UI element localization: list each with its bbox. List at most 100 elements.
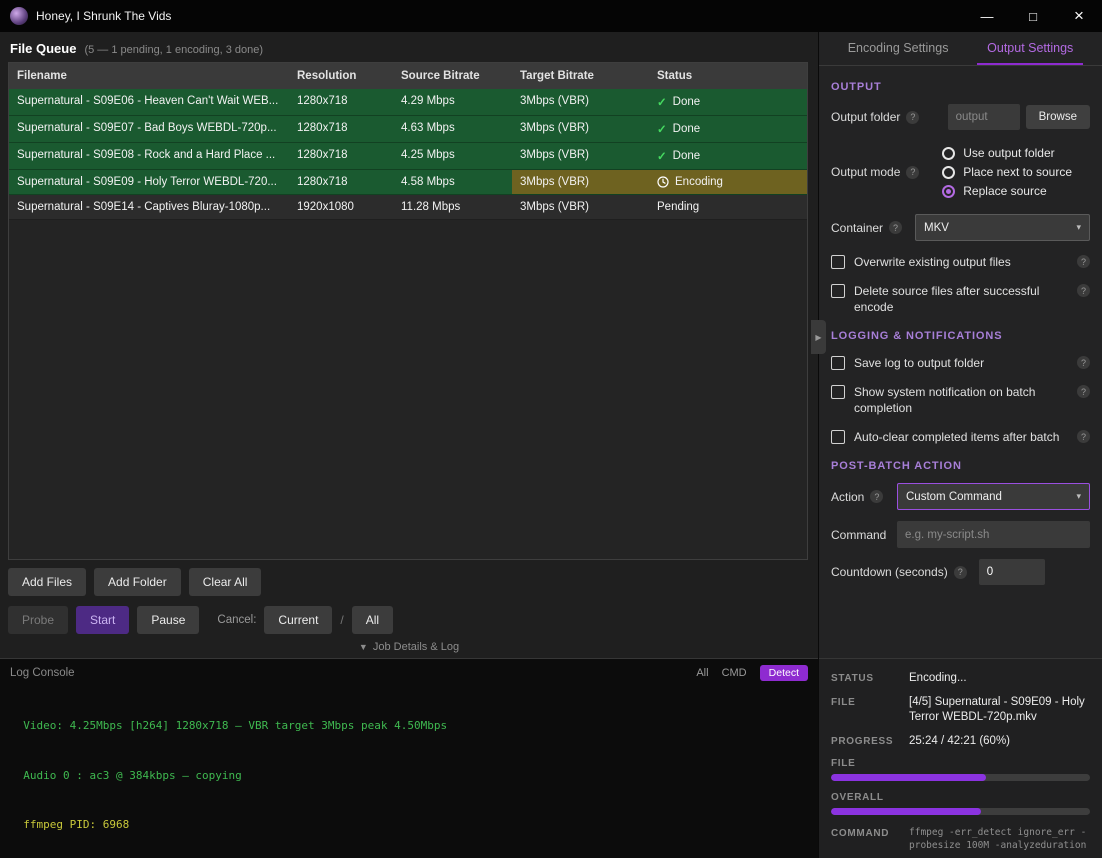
cancel-current-button[interactable]: Current bbox=[264, 606, 332, 634]
column-header-status[interactable]: Status bbox=[649, 63, 807, 89]
table-row[interactable]: Supernatural - S09E07 - Bad Boys WEBDL-7… bbox=[9, 116, 807, 143]
table-row[interactable]: Supernatural - S09E06 - Heaven Can't Wai… bbox=[9, 89, 807, 116]
cell-status: Encoding bbox=[649, 170, 807, 194]
cancel-label: Cancel: bbox=[217, 614, 256, 626]
job-details-toggle-label: Job Details & Log bbox=[373, 641, 459, 653]
checkbox-overwrite-existing[interactable]: Overwrite existing output files ? bbox=[831, 254, 1090, 270]
help-icon[interactable]: ? bbox=[954, 566, 967, 579]
command-row: Command bbox=[831, 521, 1090, 548]
tab-encoding-settings[interactable]: Encoding Settings bbox=[838, 32, 959, 65]
cancel-all-button[interactable]: All bbox=[352, 606, 393, 634]
command-label: Command bbox=[831, 528, 886, 542]
output-folder-input[interactable] bbox=[948, 104, 1020, 130]
checkbox-icon bbox=[831, 430, 845, 444]
log-console-title: Log Console bbox=[10, 667, 75, 679]
log-filter-detect[interactable]: Detect bbox=[760, 665, 808, 681]
action-selected-value: Custom Command bbox=[906, 491, 1002, 503]
column-header-source-bitrate[interactable]: Source Bitrate bbox=[393, 63, 512, 89]
log-line: Audio 0 : ac3 @ 384kbps — copying bbox=[10, 768, 808, 785]
queue-pane: File Queue (5 — 1 pending, 1 encoding, 3… bbox=[0, 32, 818, 858]
checkbox-delete-source[interactable]: Delete source files after successful enc… bbox=[831, 283, 1090, 315]
job-details-toggle[interactable]: ▼ Job Details & Log bbox=[0, 634, 818, 658]
caret-down-icon: ▼ bbox=[359, 642, 368, 652]
help-icon[interactable]: ? bbox=[870, 490, 883, 503]
column-header-target-bitrate[interactable]: Target Bitrate bbox=[512, 63, 649, 89]
help-icon[interactable]: ? bbox=[1077, 385, 1090, 398]
checkbox-label: Overwrite existing output files bbox=[854, 254, 1068, 270]
clear-all-button[interactable]: Clear All bbox=[189, 568, 262, 596]
checkbox-autoclear-completed[interactable]: Auto-clear completed items after batch ? bbox=[831, 429, 1090, 445]
done-check-icon: ✓ bbox=[657, 149, 667, 163]
cell-filename: Supernatural - S09E14 - Captives Bluray-… bbox=[9, 195, 289, 219]
settings-content: OUTPUT Output folder ? Browse Output mod… bbox=[819, 66, 1102, 658]
cell-target-bitrate: 3Mbps (VBR) bbox=[512, 195, 649, 219]
job-status-panel: STATUS Encoding... FILE [4/5] Supernatur… bbox=[819, 658, 1102, 858]
log-filter-all[interactable]: All bbox=[696, 667, 708, 679]
close-button[interactable]: × bbox=[1056, 0, 1102, 32]
checkbox-system-notification[interactable]: Show system notification on batch comple… bbox=[831, 384, 1090, 416]
action-select[interactable]: Custom Command ▾ bbox=[897, 483, 1090, 510]
help-icon[interactable]: ? bbox=[906, 111, 919, 124]
maximize-button[interactable]: □ bbox=[1010, 0, 1056, 32]
log-line: Video: 4.25Mbps [h264] 1280x718 — VBR ta… bbox=[10, 718, 808, 735]
countdown-input[interactable] bbox=[979, 559, 1045, 585]
panel-collapse-handle[interactable]: ▶ bbox=[811, 320, 826, 354]
file-label: FILE bbox=[831, 695, 909, 708]
checkbox-save-log[interactable]: Save log to output folder ? bbox=[831, 355, 1090, 371]
container-row: Container ? MKV ▾ bbox=[831, 214, 1090, 241]
cell-source-bitrate: 4.29 Mbps bbox=[393, 89, 512, 115]
radio-label: Replace source bbox=[963, 184, 1046, 198]
chevron-down-icon: ▾ bbox=[1076, 491, 1081, 502]
start-button[interactable]: Start bbox=[76, 606, 129, 634]
radio-use-output-folder[interactable]: Use output folder bbox=[942, 146, 1072, 160]
titlebar[interactable]: Honey, I Shrunk The Vids — □ × bbox=[0, 0, 1102, 32]
column-header-filename[interactable]: Filename bbox=[9, 63, 289, 89]
radio-place-next-to-source[interactable]: Place next to source bbox=[942, 165, 1072, 179]
radio-replace-source[interactable]: Replace source bbox=[942, 184, 1072, 198]
container-select[interactable]: MKV ▾ bbox=[915, 214, 1090, 241]
checkbox-icon bbox=[831, 284, 845, 298]
help-icon[interactable]: ? bbox=[1077, 284, 1090, 297]
cell-filename: Supernatural - S09E06 - Heaven Can't Wai… bbox=[9, 89, 289, 115]
cell-source-bitrate: 4.25 Mbps bbox=[393, 143, 512, 169]
table-row[interactable]: Supernatural - S09E14 - Captives Bluray-… bbox=[9, 195, 807, 220]
checkbox-label: Save log to output folder bbox=[854, 355, 1068, 371]
window-title: Honey, I Shrunk The Vids bbox=[36, 9, 171, 23]
file-bar-label: FILE bbox=[831, 758, 1090, 769]
pause-button[interactable]: Pause bbox=[137, 606, 199, 634]
checkbox-icon bbox=[831, 385, 845, 399]
command-status-value: ffmpeg -err_detect ignore_err -probesize… bbox=[909, 826, 1090, 852]
help-icon[interactable]: ? bbox=[906, 166, 919, 179]
queue-summary: (5 — 1 pending, 1 encoding, 3 done) bbox=[84, 44, 263, 56]
cell-target-bitrate: 3Mbps (VBR) bbox=[512, 89, 649, 115]
add-folder-button[interactable]: Add Folder bbox=[94, 568, 181, 596]
help-icon[interactable]: ? bbox=[1077, 356, 1090, 369]
status-text: Encoding bbox=[675, 176, 723, 188]
help-icon[interactable]: ? bbox=[1077, 430, 1090, 443]
command-status-row: COMMAND ffmpeg -err_detect ignore_err -p… bbox=[831, 826, 1090, 852]
checkbox-icon bbox=[831, 356, 845, 370]
command-input[interactable] bbox=[897, 521, 1090, 548]
minimize-button[interactable]: — bbox=[964, 0, 1010, 32]
section-header-output: OUTPUT bbox=[831, 81, 1090, 93]
tab-output-settings[interactable]: Output Settings bbox=[977, 32, 1083, 65]
cell-resolution: 1280x718 bbox=[289, 89, 393, 115]
radio-icon bbox=[942, 166, 955, 179]
help-icon[interactable]: ? bbox=[889, 221, 902, 234]
table-row[interactable]: Supernatural - S09E09 - Holy Terror WEBD… bbox=[9, 170, 807, 195]
column-header-resolution[interactable]: Resolution bbox=[289, 63, 393, 89]
action-label: Action bbox=[831, 490, 864, 504]
done-check-icon: ✓ bbox=[657, 95, 667, 109]
file-row: FILE [4/5] Supernatural - S09E09 - Holy … bbox=[831, 695, 1090, 725]
file-value: [4/5] Supernatural - S09E09 - Holy Terro… bbox=[909, 695, 1090, 725]
help-icon[interactable]: ? bbox=[1077, 255, 1090, 268]
encode-actions-row: Probe Start Pause Cancel: Current / All bbox=[0, 596, 818, 634]
radio-label: Use output folder bbox=[963, 146, 1054, 160]
log-filter-cmd[interactable]: CMD bbox=[722, 667, 747, 679]
table-row[interactable]: Supernatural - S09E08 - Rock and a Hard … bbox=[9, 143, 807, 170]
browse-button[interactable]: Browse bbox=[1026, 105, 1090, 129]
add-files-button[interactable]: Add Files bbox=[8, 568, 86, 596]
probe-button[interactable]: Probe bbox=[8, 606, 68, 634]
progress-value: 25:24 / 42:21 (60%) bbox=[909, 734, 1090, 749]
cell-resolution: 1280x718 bbox=[289, 170, 393, 194]
